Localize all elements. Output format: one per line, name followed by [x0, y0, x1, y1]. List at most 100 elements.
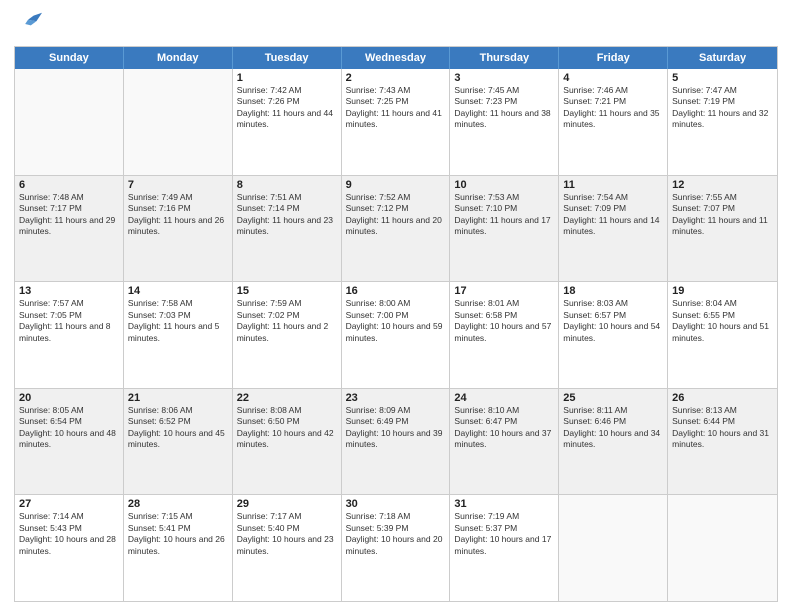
weekday-header-monday: Monday [124, 47, 233, 69]
logo [14, 10, 46, 38]
cell-detail: Sunrise: 8:01 AM Sunset: 6:58 PM Dayligh… [454, 298, 554, 344]
cell-detail: Sunrise: 7:52 AM Sunset: 7:12 PM Dayligh… [346, 192, 446, 238]
day-number: 15 [237, 285, 337, 297]
cell-detail: Sunrise: 7:51 AM Sunset: 7:14 PM Dayligh… [237, 192, 337, 238]
calendar-cell: 26Sunrise: 8:13 AM Sunset: 6:44 PM Dayli… [668, 389, 777, 495]
page-header [14, 10, 778, 38]
cell-detail: Sunrise: 7:43 AM Sunset: 7:25 PM Dayligh… [346, 85, 446, 131]
cell-detail: Sunrise: 8:08 AM Sunset: 6:50 PM Dayligh… [237, 405, 337, 451]
calendar-cell: 27Sunrise: 7:14 AM Sunset: 5:43 PM Dayli… [15, 495, 124, 601]
day-number: 29 [237, 498, 337, 510]
calendar-cell: 13Sunrise: 7:57 AM Sunset: 7:05 PM Dayli… [15, 282, 124, 388]
calendar-cell: 19Sunrise: 8:04 AM Sunset: 6:55 PM Dayli… [668, 282, 777, 388]
day-number: 22 [237, 392, 337, 404]
day-number: 4 [563, 72, 663, 84]
calendar-body: 1Sunrise: 7:42 AM Sunset: 7:26 PM Daylig… [15, 69, 777, 601]
day-number: 16 [346, 285, 446, 297]
cell-detail: Sunrise: 7:58 AM Sunset: 7:03 PM Dayligh… [128, 298, 228, 344]
cell-detail: Sunrise: 8:04 AM Sunset: 6:55 PM Dayligh… [672, 298, 773, 344]
calendar-cell: 25Sunrise: 8:11 AM Sunset: 6:46 PM Dayli… [559, 389, 668, 495]
cell-detail: Sunrise: 8:00 AM Sunset: 7:00 PM Dayligh… [346, 298, 446, 344]
cell-detail: Sunrise: 8:13 AM Sunset: 6:44 PM Dayligh… [672, 405, 773, 451]
cell-detail: Sunrise: 7:14 AM Sunset: 5:43 PM Dayligh… [19, 511, 119, 557]
cell-detail: Sunrise: 7:57 AM Sunset: 7:05 PM Dayligh… [19, 298, 119, 344]
day-number: 13 [19, 285, 119, 297]
calendar-row-1: 1Sunrise: 7:42 AM Sunset: 7:26 PM Daylig… [15, 69, 777, 175]
calendar-header: SundayMondayTuesdayWednesdayThursdayFrid… [15, 47, 777, 69]
calendar-cell: 16Sunrise: 8:00 AM Sunset: 7:00 PM Dayli… [342, 282, 451, 388]
calendar-cell: 4Sunrise: 7:46 AM Sunset: 7:21 PM Daylig… [559, 69, 668, 175]
calendar-cell: 1Sunrise: 7:42 AM Sunset: 7:26 PM Daylig… [233, 69, 342, 175]
day-number: 20 [19, 392, 119, 404]
cell-detail: Sunrise: 7:47 AM Sunset: 7:19 PM Dayligh… [672, 85, 773, 131]
calendar-cell: 2Sunrise: 7:43 AM Sunset: 7:25 PM Daylig… [342, 69, 451, 175]
day-number: 12 [672, 179, 773, 191]
calendar-cell: 5Sunrise: 7:47 AM Sunset: 7:19 PM Daylig… [668, 69, 777, 175]
logo-bird-icon [14, 10, 42, 38]
weekday-header-friday: Friday [559, 47, 668, 69]
calendar-cell: 31Sunrise: 7:19 AM Sunset: 5:37 PM Dayli… [450, 495, 559, 601]
calendar-row-5: 27Sunrise: 7:14 AM Sunset: 5:43 PM Dayli… [15, 494, 777, 601]
cell-detail: Sunrise: 8:11 AM Sunset: 6:46 PM Dayligh… [563, 405, 663, 451]
weekday-header-thursday: Thursday [450, 47, 559, 69]
calendar-row-2: 6Sunrise: 7:48 AM Sunset: 7:17 PM Daylig… [15, 175, 777, 282]
calendar-cell: 28Sunrise: 7:15 AM Sunset: 5:41 PM Dayli… [124, 495, 233, 601]
day-number: 5 [672, 72, 773, 84]
calendar-cell [668, 495, 777, 601]
weekday-header-wednesday: Wednesday [342, 47, 451, 69]
day-number: 6 [19, 179, 119, 191]
cell-detail: Sunrise: 7:18 AM Sunset: 5:39 PM Dayligh… [346, 511, 446, 557]
day-number: 27 [19, 498, 119, 510]
cell-detail: Sunrise: 7:42 AM Sunset: 7:26 PM Dayligh… [237, 85, 337, 131]
calendar-cell: 21Sunrise: 8:06 AM Sunset: 6:52 PM Dayli… [124, 389, 233, 495]
calendar-cell: 11Sunrise: 7:54 AM Sunset: 7:09 PM Dayli… [559, 176, 668, 282]
day-number: 30 [346, 498, 446, 510]
cell-detail: Sunrise: 7:59 AM Sunset: 7:02 PM Dayligh… [237, 298, 337, 344]
weekday-header-sunday: Sunday [15, 47, 124, 69]
cell-detail: Sunrise: 7:19 AM Sunset: 5:37 PM Dayligh… [454, 511, 554, 557]
calendar-cell [15, 69, 124, 175]
calendar-row-3: 13Sunrise: 7:57 AM Sunset: 7:05 PM Dayli… [15, 281, 777, 388]
calendar-cell: 23Sunrise: 8:09 AM Sunset: 6:49 PM Dayli… [342, 389, 451, 495]
calendar-cell: 10Sunrise: 7:53 AM Sunset: 7:10 PM Dayli… [450, 176, 559, 282]
day-number: 21 [128, 392, 228, 404]
calendar-cell: 17Sunrise: 8:01 AM Sunset: 6:58 PM Dayli… [450, 282, 559, 388]
calendar-cell: 18Sunrise: 8:03 AM Sunset: 6:57 PM Dayli… [559, 282, 668, 388]
weekday-header-tuesday: Tuesday [233, 47, 342, 69]
calendar-cell: 29Sunrise: 7:17 AM Sunset: 5:40 PM Dayli… [233, 495, 342, 601]
day-number: 23 [346, 392, 446, 404]
cell-detail: Sunrise: 7:54 AM Sunset: 7:09 PM Dayligh… [563, 192, 663, 238]
cell-detail: Sunrise: 7:15 AM Sunset: 5:41 PM Dayligh… [128, 511, 228, 557]
day-number: 17 [454, 285, 554, 297]
calendar-cell: 12Sunrise: 7:55 AM Sunset: 7:07 PM Dayli… [668, 176, 777, 282]
day-number: 10 [454, 179, 554, 191]
cell-detail: Sunrise: 7:49 AM Sunset: 7:16 PM Dayligh… [128, 192, 228, 238]
day-number: 3 [454, 72, 554, 84]
cell-detail: Sunrise: 7:46 AM Sunset: 7:21 PM Dayligh… [563, 85, 663, 131]
calendar-cell: 24Sunrise: 8:10 AM Sunset: 6:47 PM Dayli… [450, 389, 559, 495]
day-number: 26 [672, 392, 773, 404]
day-number: 31 [454, 498, 554, 510]
calendar-cell: 9Sunrise: 7:52 AM Sunset: 7:12 PM Daylig… [342, 176, 451, 282]
day-number: 14 [128, 285, 228, 297]
day-number: 25 [563, 392, 663, 404]
day-number: 2 [346, 72, 446, 84]
calendar-row-4: 20Sunrise: 8:05 AM Sunset: 6:54 PM Dayli… [15, 388, 777, 495]
calendar-cell [559, 495, 668, 601]
calendar: SundayMondayTuesdayWednesdayThursdayFrid… [14, 46, 778, 602]
calendar-cell: 3Sunrise: 7:45 AM Sunset: 7:23 PM Daylig… [450, 69, 559, 175]
calendar-cell: 6Sunrise: 7:48 AM Sunset: 7:17 PM Daylig… [15, 176, 124, 282]
day-number: 11 [563, 179, 663, 191]
cell-detail: Sunrise: 8:09 AM Sunset: 6:49 PM Dayligh… [346, 405, 446, 451]
weekday-header-saturday: Saturday [668, 47, 777, 69]
calendar-cell: 8Sunrise: 7:51 AM Sunset: 7:14 PM Daylig… [233, 176, 342, 282]
cell-detail: Sunrise: 7:53 AM Sunset: 7:10 PM Dayligh… [454, 192, 554, 238]
day-number: 8 [237, 179, 337, 191]
cell-detail: Sunrise: 7:17 AM Sunset: 5:40 PM Dayligh… [237, 511, 337, 557]
day-number: 9 [346, 179, 446, 191]
day-number: 18 [563, 285, 663, 297]
cell-detail: Sunrise: 7:55 AM Sunset: 7:07 PM Dayligh… [672, 192, 773, 238]
day-number: 19 [672, 285, 773, 297]
calendar-cell: 22Sunrise: 8:08 AM Sunset: 6:50 PM Dayli… [233, 389, 342, 495]
cell-detail: Sunrise: 8:03 AM Sunset: 6:57 PM Dayligh… [563, 298, 663, 344]
